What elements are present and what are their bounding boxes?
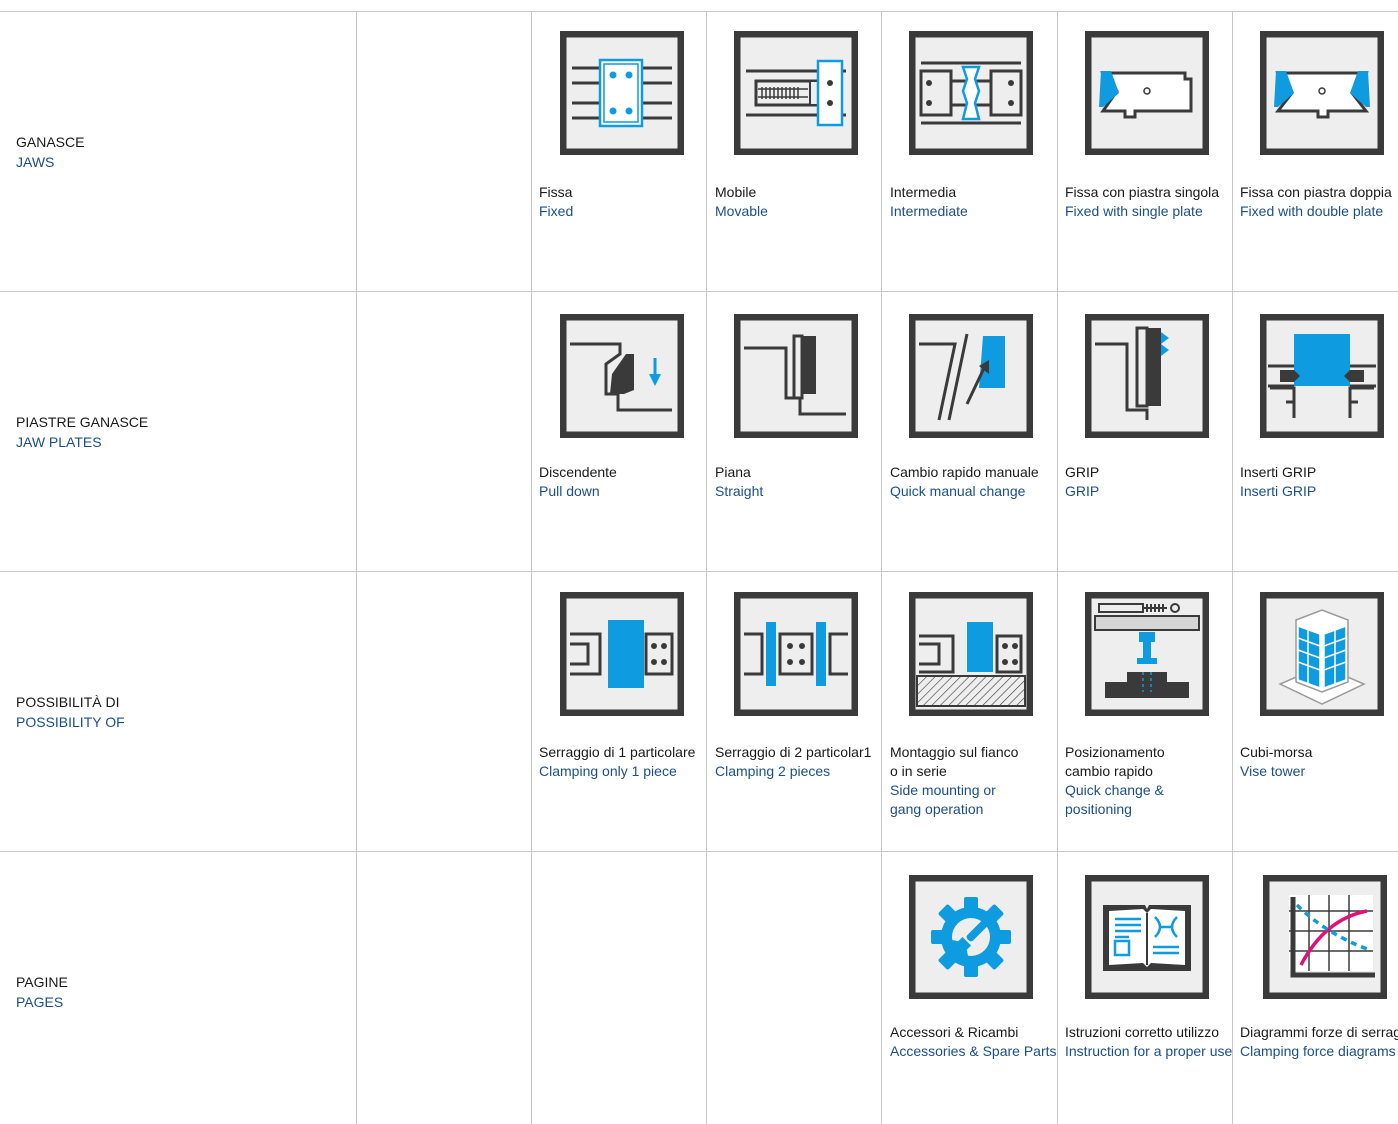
row-label-it: PAGINE [16, 974, 68, 990]
row-label-en: JAW PLATES [16, 434, 102, 450]
single-plate-jaw-icon [1085, 31, 1209, 155]
caption-en: Clamping force diagrams [1240, 1043, 1396, 1059]
column-divider [356, 11, 357, 1124]
caption-grip-inserts: Inserti GRIP Inserti GRIP [1240, 463, 1316, 501]
caption-en: Intermediate [890, 203, 968, 219]
caption-en: Movable [715, 203, 768, 219]
caption-movable: Mobile Movable [715, 183, 768, 221]
row-label-en: PAGES [16, 994, 64, 1010]
row-divider [0, 851, 1398, 852]
column-divider [706, 11, 707, 1124]
caption-it: Diagrammi forze di serraggio [1240, 1024, 1398, 1040]
column-divider [1232, 11, 1233, 1124]
caption-en: Instruction for a proper use [1065, 1043, 1233, 1059]
caption-side-mounting: Montaggio sul fianco o in serie Side mou… [890, 743, 1018, 819]
clamp-two-pieces-icon [734, 592, 858, 716]
caption-en: Fixed [539, 203, 574, 219]
caption-it: Accessori & Ricambi [890, 1024, 1019, 1040]
row-label-possibility: POSSIBILITÀ DI POSSIBILITY OF [16, 692, 336, 732]
caption-en: Quick manual change [890, 483, 1026, 499]
caption-en: Pull down [539, 483, 600, 499]
force-chart-icon [1263, 875, 1387, 999]
caption-en: Side mounting or gang operation [890, 782, 996, 817]
caption-grip: GRIP GRIP [1065, 463, 1099, 501]
row-label-it: GANASCE [16, 134, 85, 150]
caption-it: Serraggio di 2 particolar1 [715, 744, 872, 760]
caption-vise-tower: Cubi-morsa Vise tower [1240, 743, 1312, 781]
caption-it: Mobile [715, 184, 757, 200]
row-label-jaws: GANASCE JAWS [16, 132, 336, 172]
column-divider [531, 11, 532, 1124]
clamp-one-piece-icon [560, 592, 684, 716]
pull-down-plate-icon [560, 314, 684, 438]
caption-en: Quick change & positioning [1065, 782, 1164, 817]
caption-force-diagrams: Diagrammi forze di serraggio Clamping fo… [1240, 1023, 1398, 1061]
caption-en: GRIP [1065, 483, 1100, 499]
fixed-jaw-icon [560, 31, 684, 155]
quick-change-plate-icon [909, 314, 1033, 438]
caption-en: Vise tower [1240, 763, 1306, 779]
caption-clamp-two: Serraggio di 2 particolar1 Clamping 2 pi… [715, 743, 871, 781]
caption-en: Straight [715, 483, 764, 499]
manual-book-icon [1085, 875, 1209, 999]
quick-positioning-icon [1085, 592, 1209, 716]
caption-it: Fissa con piastra doppia [1240, 184, 1392, 200]
grip-inserts-icon [1260, 314, 1384, 438]
caption-quick-positioning: Posizionamento cambio rapido Quick chang… [1065, 743, 1165, 819]
caption-it: Fissa con piastra singola [1065, 184, 1220, 200]
caption-it: Posizionamento cambio rapido [1065, 744, 1165, 779]
caption-en: Clamping only 1 piece [539, 763, 677, 779]
caption-it: Discendente [539, 464, 617, 480]
gear-wrench-icon [909, 875, 1033, 999]
caption-en: Inserti GRIP [1240, 483, 1317, 499]
row-divider [0, 291, 1398, 292]
caption-it: Istruzioni corretto utilizzo [1065, 1024, 1220, 1040]
caption-en: Clamping 2 pieces [715, 763, 831, 779]
caption-instruction: Istruzioni corretto utilizzo Instruction… [1065, 1023, 1232, 1061]
caption-accessories: Accessori & Ricambi Accessories & Spare … [890, 1023, 1057, 1061]
caption-it: GRIP [1065, 464, 1100, 480]
caption-it: Cubi-morsa [1240, 744, 1313, 760]
caption-it: Fissa [539, 184, 573, 200]
column-divider [881, 11, 882, 1124]
caption-it: Montaggio sul fianco o in serie [890, 744, 1019, 779]
caption-pull-down: Discendente Pull down [539, 463, 617, 501]
row-label-it: PIASTRE GANASCE [16, 414, 149, 430]
side-mounting-icon [909, 592, 1033, 716]
movable-jaw-icon [734, 31, 858, 155]
caption-it: Cambio rapido manuale [890, 464, 1039, 480]
caption-intermediate: Intermedia Intermediate [890, 183, 968, 221]
vise-tower-icon [1260, 592, 1384, 716]
caption-single-plate: Fissa con piastra singola Fixed with sin… [1065, 183, 1219, 221]
caption-it: Piana [715, 464, 751, 480]
row-label-pages: PAGINE PAGES [16, 972, 336, 1012]
caption-it: Inserti GRIP [1240, 464, 1317, 480]
caption-en: Fixed with double plate [1240, 203, 1384, 219]
double-plate-jaw-icon [1260, 31, 1384, 155]
row-label-en: JAWS [16, 154, 55, 170]
caption-double-plate: Fissa con piastra doppia Fixed with doub… [1240, 183, 1392, 221]
caption-en: Accessories & Spare Parts [890, 1043, 1057, 1059]
caption-en: Fixed with single plate [1065, 203, 1203, 219]
row-divider [0, 11, 1398, 12]
column-divider [1057, 11, 1058, 1124]
caption-straight: Piana Straight [715, 463, 763, 501]
straight-plate-icon [734, 314, 858, 438]
intermediate-jaw-icon [909, 31, 1033, 155]
row-label-it: POSSIBILITÀ DI [16, 694, 120, 710]
caption-clamp-one: Serraggio di 1 particolare Clamping only… [539, 743, 695, 781]
caption-it: Intermedia [890, 184, 957, 200]
row-label-jaw-plates: PIASTRE GANASCE JAW PLATES [16, 412, 336, 452]
caption-quick-change: Cambio rapido manuale Quick manual chang… [890, 463, 1039, 501]
caption-it: Serraggio di 1 particolare [539, 744, 696, 760]
row-label-en: POSSIBILITY OF [16, 714, 125, 730]
grip-plate-icon [1085, 314, 1209, 438]
row-divider [0, 571, 1398, 572]
caption-fixed: Fissa Fixed [539, 183, 573, 221]
